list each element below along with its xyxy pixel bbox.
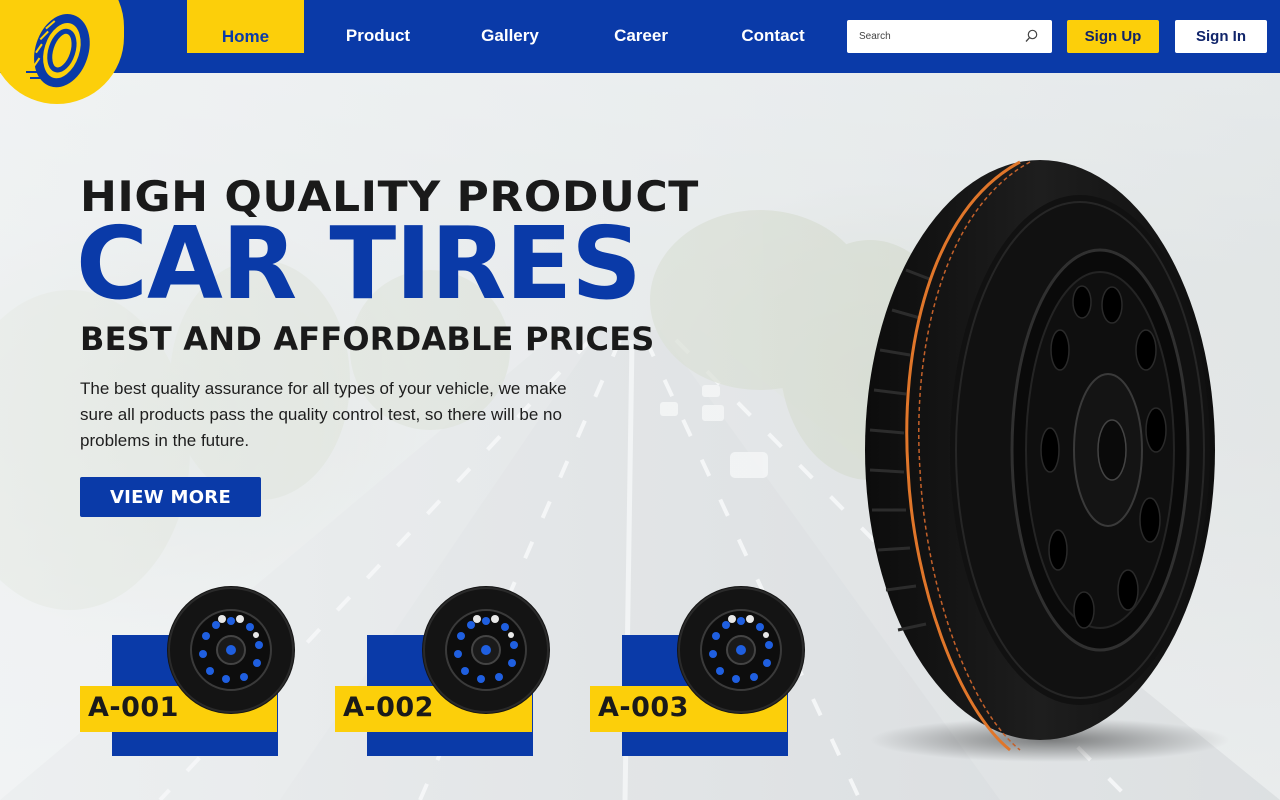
wheel-thumbnail-icon [677,586,805,714]
wheel-thumbnail-icon [422,586,550,714]
wheel-thumbnail-icon [167,586,295,714]
nav-career[interactable]: Career [583,0,699,53]
product-card-a002[interactable]: A-002 [335,583,565,758]
view-more-button[interactable]: VIEW MORE [80,477,261,517]
hero-title: CAR TIRES [76,205,642,322]
hero-description: The best quality assurance for all types… [80,379,567,450]
nav-career-label: Career [614,26,668,45]
product-code: A-001 [88,692,179,723]
product-code: A-002 [343,692,434,723]
nav-contact-label: Contact [741,26,805,45]
product-code: A-003 [598,692,689,723]
sign-in-label: Sign In [1196,28,1246,45]
hero-tire-image [865,160,1230,762]
nav-home[interactable]: Home [187,0,304,53]
hero-subtitle: BEST AND AFFORDABLE PRICES [80,320,655,358]
nav-contact[interactable]: Contact [715,0,831,53]
nav-gallery[interactable]: Gallery [452,0,568,53]
top-navbar: Home Product Gallery Career Contact Sign… [0,0,1280,73]
nav-gallery-label: Gallery [481,26,539,45]
search-box [847,20,1052,53]
product-card-a001[interactable]: A-001 [80,583,310,758]
view-more-label: VIEW MORE [109,486,232,508]
nav-product-label: Product [345,26,411,45]
sign-up-label: Sign Up [1084,28,1142,45]
nav-product[interactable]: Product [320,0,436,53]
search-icon[interactable] [1025,29,1038,43]
sign-up-button[interactable]: Sign Up [1067,20,1159,53]
tire-logo-icon [26,14,90,88]
nav-home-label: Home [221,26,270,46]
product-card-a003[interactable]: A-003 [590,583,820,758]
sign-in-button[interactable]: Sign In [1175,20,1267,53]
search-input[interactable] [847,20,1017,53]
